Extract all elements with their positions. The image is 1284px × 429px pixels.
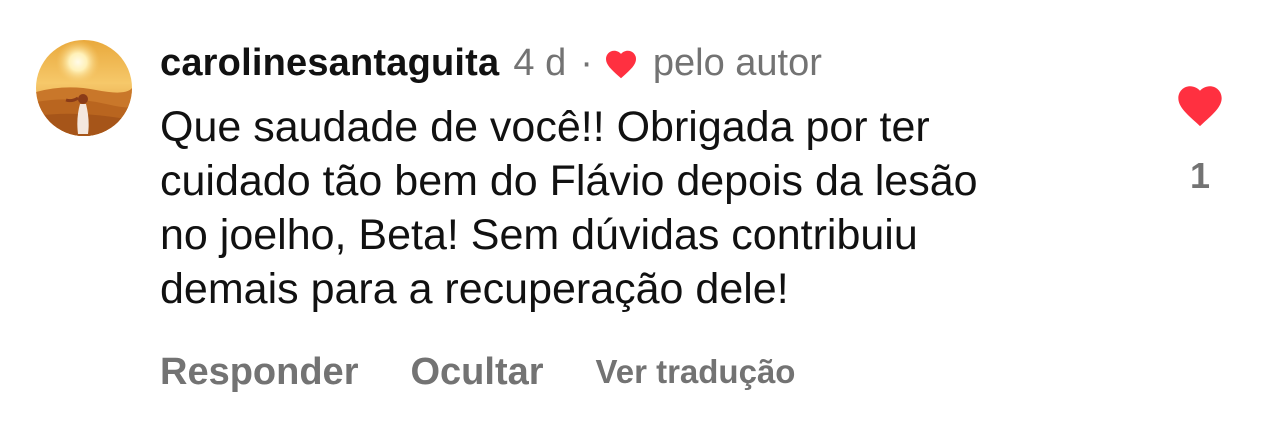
comment-text-line: no joelho, Beta! Sem dúvidas contribuiu	[160, 211, 918, 259]
separator-dot: ·	[580, 41, 593, 84]
hide-button[interactable]: Ocultar	[410, 351, 543, 394]
like-count[interactable]: 1	[1160, 155, 1240, 197]
like-button[interactable]	[1174, 80, 1226, 128]
comment-text-line: cuidado tão bem do Flávio depois da lesã…	[160, 157, 978, 205]
heart-filled-icon	[1178, 86, 1222, 127]
username[interactable]: carolinesantaguita	[160, 42, 499, 85]
comment-item: carolinesantaguita 4 d · pelo autor Que …	[0, 0, 1284, 429]
see-translation-button[interactable]: Ver tradução	[596, 353, 796, 391]
timestamp: 4 d	[513, 41, 567, 84]
reply-button[interactable]: Responder	[160, 351, 358, 394]
comment-text: Que saudade de você!! Obrigada por ter c…	[160, 100, 1150, 316]
avatar-image	[36, 40, 132, 136]
avatar[interactable]	[36, 40, 132, 136]
heart-filled-icon	[603, 46, 639, 80]
comment-text-line: Que saudade de você!! Obrigada por ter	[160, 103, 930, 151]
comment-actions: Responder Ocultar Ver tradução	[160, 346, 795, 398]
liked-by-author-label: pelo autor	[652, 41, 822, 84]
comment-text-line: demais para a recuperação dele!	[160, 265, 789, 313]
comment-header: carolinesantaguita 4 d · pelo autor	[160, 38, 822, 88]
